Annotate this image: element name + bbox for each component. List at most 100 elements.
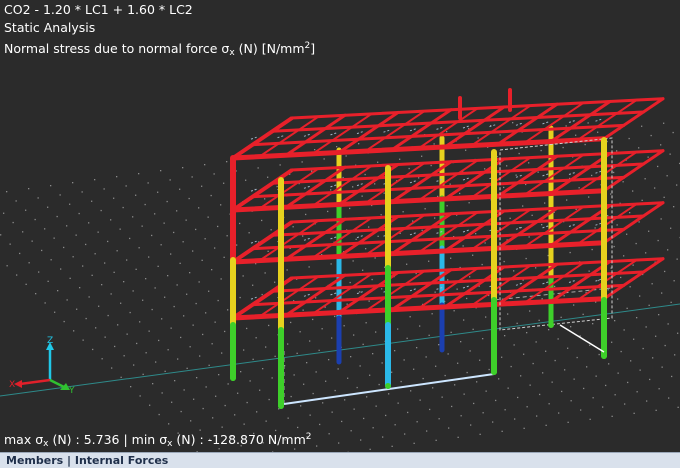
grid-dot <box>473 329 474 330</box>
grid-dot <box>665 345 666 346</box>
floor-beam <box>366 271 425 311</box>
slab-mark <box>543 282 549 284</box>
grid-dot <box>438 344 439 345</box>
grid-dot <box>104 188 105 189</box>
grid-dot <box>602 406 603 407</box>
grid-dot <box>309 340 310 341</box>
floor-beam <box>604 151 663 191</box>
grid-dot <box>450 258 451 259</box>
grid-dot <box>407 338 408 339</box>
slab-mark <box>251 241 257 243</box>
panel-title[interactable]: Members | Internal Forces <box>6 454 168 467</box>
grid-dot <box>417 421 418 422</box>
grid-dot <box>663 123 664 124</box>
grid-dot <box>431 165 432 166</box>
grid-dot <box>583 314 584 315</box>
grid-dot <box>570 326 571 327</box>
grid-dot <box>312 319 313 320</box>
grid-dot <box>365 174 366 175</box>
grid-dot <box>236 244 237 245</box>
grid-dot <box>117 250 118 251</box>
grid-dot <box>158 266 159 267</box>
grid-dot <box>359 291 360 292</box>
slab-mark <box>357 132 363 134</box>
grid-dot <box>269 399 270 400</box>
grid-dot <box>617 224 618 225</box>
grid-dot <box>626 234 627 235</box>
grid-dot <box>654 187 655 188</box>
grid-dot <box>7 265 8 266</box>
grid-dot <box>425 208 426 209</box>
grid-dot <box>613 172 614 173</box>
grid-dot <box>621 351 622 352</box>
grid-dot <box>645 178 646 179</box>
grid-dot <box>658 314 659 315</box>
grid-dot <box>486 391 487 392</box>
grid-dot <box>664 271 665 272</box>
grid-dot <box>381 288 382 289</box>
grid-dot <box>517 323 518 324</box>
grid-dot <box>450 184 451 185</box>
grid-dot <box>568 422 569 423</box>
grid-dot <box>316 371 317 372</box>
grid-dot <box>447 279 448 280</box>
grid-dot <box>513 270 514 271</box>
grid-dot <box>268 251 269 252</box>
grid-dot <box>344 399 345 400</box>
grid-dot <box>181 411 182 412</box>
grid-dot <box>192 250 193 251</box>
grid-dot <box>94 179 95 180</box>
analysis-type-label: Static Analysis <box>4 19 95 37</box>
grid-dot <box>256 411 257 412</box>
grid-dot <box>460 341 461 342</box>
grid-dot <box>475 233 476 234</box>
grid-dot <box>646 326 647 327</box>
slab-mark <box>251 137 257 139</box>
grid-dot <box>504 335 505 336</box>
grid-dot <box>671 302 672 303</box>
grid-dot <box>211 195 212 196</box>
grid-dot <box>646 400 647 401</box>
grid-dot <box>3 213 4 214</box>
axis-triad: Z X Y <box>9 336 75 396</box>
grid-dot <box>203 408 204 409</box>
slab-mark <box>463 286 469 288</box>
floor-beam <box>498 156 557 196</box>
slab-mark <box>437 127 443 129</box>
grid-dot <box>575 135 576 136</box>
grid-dot <box>274 282 275 283</box>
grid-dot <box>145 278 146 279</box>
grid-dot <box>328 359 329 360</box>
grid-dot <box>168 423 169 424</box>
grid-dot <box>591 175 592 176</box>
slab-mark <box>331 185 337 187</box>
grid-dot <box>652 283 653 284</box>
grid-dot <box>410 390 411 391</box>
grid-dot <box>82 265 83 266</box>
grid-dot <box>434 143 435 144</box>
grid-dot <box>634 413 635 414</box>
grid-dot <box>567 348 568 349</box>
grid-dot <box>598 280 599 281</box>
grid-dot <box>576 209 577 210</box>
structure-model[interactable]: Z X Y <box>0 0 680 454</box>
grid-dot <box>246 328 247 329</box>
slab-mark <box>410 289 416 291</box>
grid-dot <box>277 186 278 187</box>
slab-mark <box>569 281 575 283</box>
grid-dot <box>224 331 225 332</box>
grid-dot <box>501 283 502 284</box>
grid-dot <box>412 220 413 221</box>
3d-viewport[interactable]: Z X Y CO2 - 1.20 * LC1 + 1.60 * LC2 Stat… <box>0 0 680 454</box>
grid-dot <box>6 191 7 192</box>
grid-dot <box>313 393 314 394</box>
grid-dot <box>83 340 84 341</box>
grid-dot <box>448 353 449 354</box>
members-internal-forces-panel[interactable]: Members | Internal Forces <box>0 452 680 468</box>
floor-beam <box>419 212 478 252</box>
grid-dot <box>592 323 593 324</box>
grid-dot <box>287 269 288 270</box>
grid-dot <box>155 287 156 288</box>
roof-posts <box>460 90 510 118</box>
floor-beam <box>286 115 345 155</box>
